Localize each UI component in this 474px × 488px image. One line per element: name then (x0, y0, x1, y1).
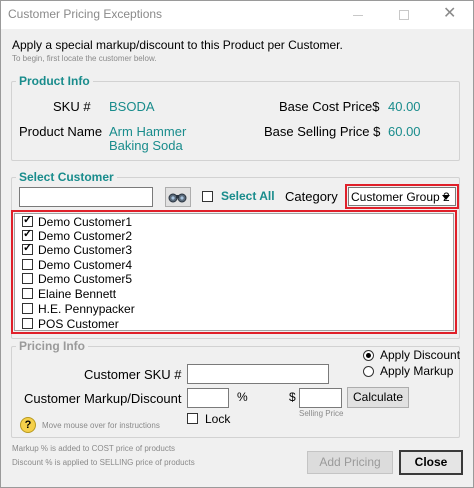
customer-checkbox[interactable] (22, 288, 33, 299)
window-close-button[interactable]: ✕ (427, 1, 473, 29)
customer-name: Demo Customer4 (38, 258, 133, 272)
customer-checkbox[interactable]: ✓ (22, 228, 33, 241)
customer-sku-label: Customer SKU # (84, 367, 182, 382)
instruction-text: Apply a special markup/discount to this … (12, 38, 343, 52)
hint-text: To begin, first locate the customer belo… (12, 54, 157, 63)
customer-checkbox[interactable]: ✓ (22, 242, 33, 255)
customer-sku-input[interactable] (187, 364, 329, 384)
percent-sign: % (237, 390, 248, 404)
customer-name: Demo Customer1 (38, 215, 133, 229)
minimize-button[interactable] (335, 1, 381, 29)
sku-label: SKU # (53, 99, 91, 114)
maximize-icon (399, 10, 409, 20)
discount-note: Discount % is applied to SELLING price o… (12, 458, 195, 467)
select-all-checkbox[interactable] (202, 191, 213, 202)
customer-pricing-dialog: Customer Pricing Exceptions ✕ Apply a sp… (0, 0, 474, 488)
apply-discount-radio[interactable] (363, 350, 374, 361)
customer-checkbox[interactable] (22, 303, 33, 314)
selling-price-input[interactable] (299, 388, 342, 408)
sku-value: BSODA (109, 99, 155, 114)
close-button[interactable]: Close (399, 450, 463, 475)
markup-note: Markup % is added to COST price of produ… (12, 444, 176, 453)
customer-name: H.E. Pennypacker (38, 302, 135, 316)
pricing-info-title: Pricing Info (16, 339, 88, 353)
binoculars-icon (168, 193, 187, 203)
customer-name: POS Customer (38, 317, 119, 331)
customer-checkbox[interactable] (22, 318, 33, 329)
lock-checkbox[interactable] (187, 413, 198, 424)
close-icon: ✕ (443, 5, 457, 22)
customer-name: Demo Customer5 (38, 272, 133, 286)
customer-name: Demo Customer2 (38, 229, 133, 243)
markup-label: Customer Markup/Discount (24, 391, 182, 406)
base-selling-value: 60.00 (388, 124, 421, 139)
product-info-title: Product Info (16, 74, 93, 88)
category-select[interactable]: Customer Group 2 (348, 187, 456, 206)
product-name-line1: Arm Hammer (109, 124, 187, 139)
select-customer-title: Select Customer (16, 170, 117, 184)
select-all-label: Select All (221, 189, 275, 203)
customer-checkbox[interactable]: ✓ (22, 214, 33, 227)
markup-input[interactable] (187, 388, 229, 408)
product-info-group (11, 81, 460, 161)
lock-label: Lock (205, 412, 231, 426)
selling-price-caption: Selling Price (299, 409, 344, 418)
customer-checkbox[interactable] (22, 259, 33, 270)
dollar-sign: $ (289, 390, 296, 404)
minimize-icon (353, 15, 363, 16)
help-icon[interactable]: ? (20, 417, 36, 433)
window-title: Customer Pricing Exceptions (8, 7, 163, 21)
customer-name: Elaine Bennett (38, 287, 117, 301)
title-bar[interactable]: Customer Pricing Exceptions ✕ (1, 1, 473, 29)
chevron-down-icon (439, 191, 453, 203)
customer-search-input[interactable] (19, 187, 153, 207)
apply-markup-radio[interactable] (363, 366, 374, 377)
find-customer-button[interactable] (165, 187, 191, 207)
base-cost-label: Base Cost Price$ (279, 99, 380, 114)
base-cost-value: 40.00 (388, 99, 421, 114)
base-selling-label: Base Selling Price $ (264, 124, 381, 139)
product-name-label: Product Name (19, 124, 103, 139)
product-name-line2: Baking Soda (109, 138, 183, 153)
customer-checkbox[interactable] (22, 273, 33, 284)
category-label: Category (285, 189, 338, 204)
add-pricing-button[interactable]: Add Pricing (307, 451, 393, 474)
apply-discount-label: Apply Discount (380, 348, 461, 362)
calculate-button[interactable]: Calculate (347, 387, 409, 408)
customer-name: Demo Customer3 (38, 243, 133, 257)
help-text: Move mouse over for instructions (42, 421, 160, 430)
maximize-button[interactable] (381, 1, 427, 29)
apply-markup-label: Apply Markup (380, 364, 454, 378)
category-selected-value: Customer Group 2 (351, 190, 450, 204)
